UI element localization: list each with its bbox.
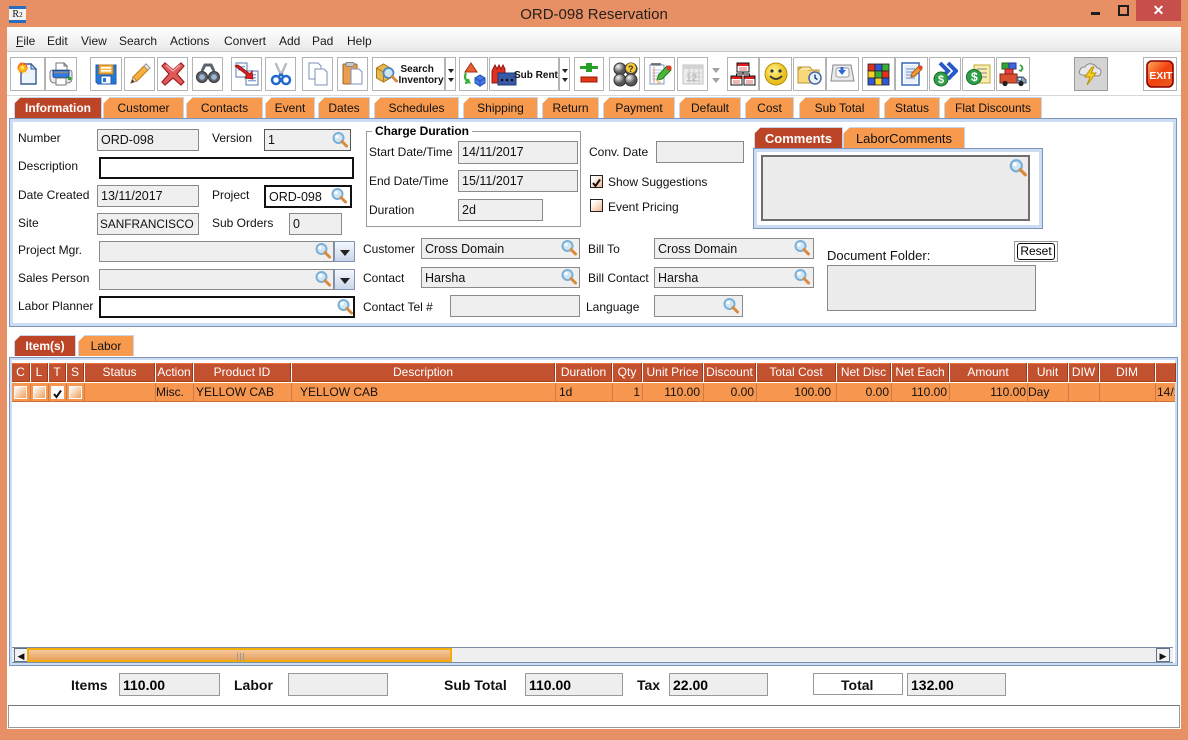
svg-text:$: $	[938, 74, 944, 86]
svg-text:Sub Rent: Sub Rent	[514, 70, 558, 81]
svg-text:EXIT: EXIT	[1149, 70, 1173, 82]
svg-text:12: 12	[686, 73, 698, 84]
svg-text:?: ?	[628, 64, 634, 74]
svg-text:$: $	[971, 70, 978, 84]
svg-text:Search: Search	[400, 64, 433, 75]
svg-text:Inventory: Inventory	[398, 75, 443, 86]
